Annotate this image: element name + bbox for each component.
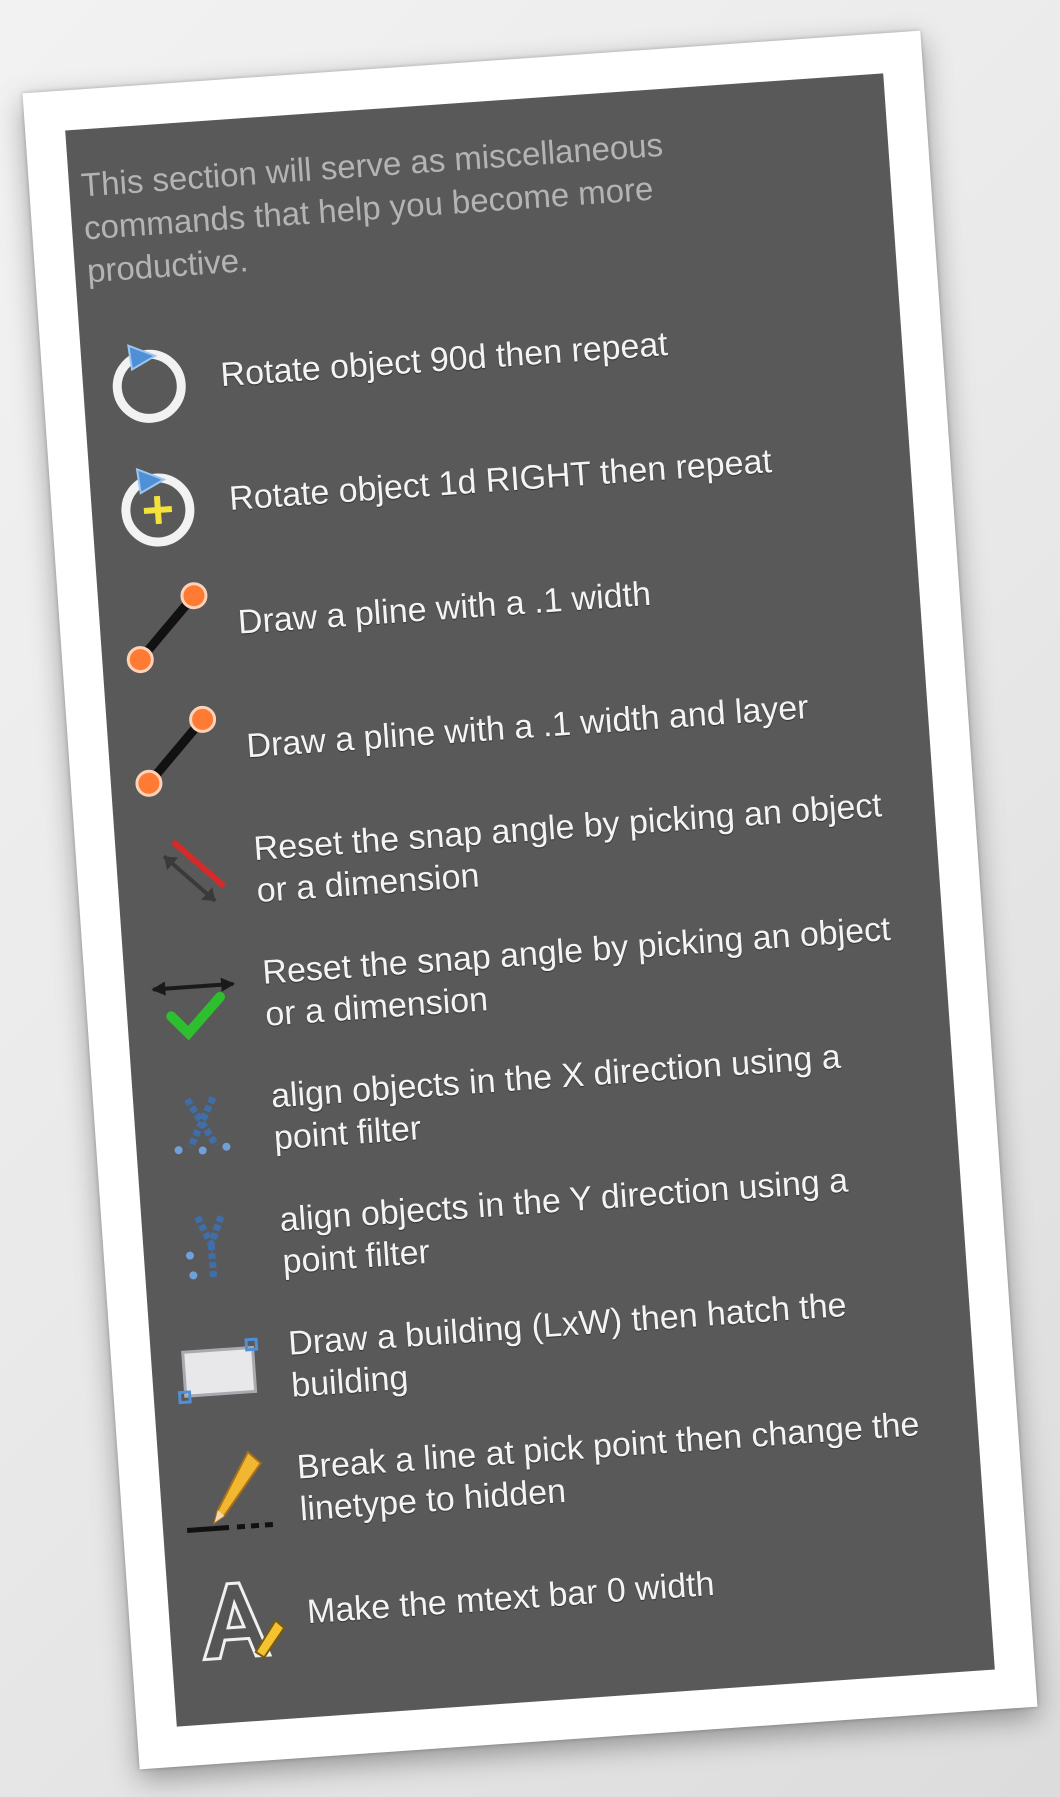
align-x-icon xyxy=(143,1067,262,1179)
mtext-width-icon xyxy=(178,1561,297,1673)
rotate-90-icon xyxy=(91,324,210,436)
command-list: Rotate object 90d then repeat Rotate obj… xyxy=(91,268,968,1683)
panel-intro: This section will serve as miscellaneous… xyxy=(79,125,665,290)
command-label: Break a line at pick point then change t… xyxy=(295,1405,921,1529)
break-line-icon xyxy=(169,1438,288,1550)
command-label: Draw a pline with a .1 width and layer xyxy=(245,688,810,766)
pline-layer-icon xyxy=(117,695,236,807)
command-label: Draw a pline with a .1 width xyxy=(236,574,653,642)
command-label: Rotate object 90d then repeat xyxy=(219,325,669,395)
command-label: Reset the snap angle by picking an objec… xyxy=(252,786,883,910)
slide-card: This section will serve as miscellaneous… xyxy=(22,30,1038,1770)
command-label: Reset the snap angle by picking an objec… xyxy=(261,909,892,1034)
pline-icon xyxy=(109,572,228,684)
command-label: Draw a building (LxW) then hatch the bui… xyxy=(287,1285,848,1405)
command-label: align objects in the X direction using a… xyxy=(269,1037,842,1158)
align-y-icon xyxy=(152,1190,271,1302)
command-label: align objects in the Y direction using a… xyxy=(278,1161,850,1282)
rotate-1d-icon xyxy=(100,448,219,560)
snap-angle-pick-icon xyxy=(126,819,245,931)
screenshot-stage: This section will serve as miscellaneous… xyxy=(0,0,1060,1797)
command-label: Rotate object 1d RIGHT then repeat xyxy=(227,442,773,518)
snap-angle-reset-icon xyxy=(135,943,254,1055)
commands-panel: This section will serve as miscellaneous… xyxy=(65,73,995,1727)
command-label: Make the mtext bar 0 width xyxy=(305,1564,716,1632)
building-hatch-icon xyxy=(161,1314,280,1426)
